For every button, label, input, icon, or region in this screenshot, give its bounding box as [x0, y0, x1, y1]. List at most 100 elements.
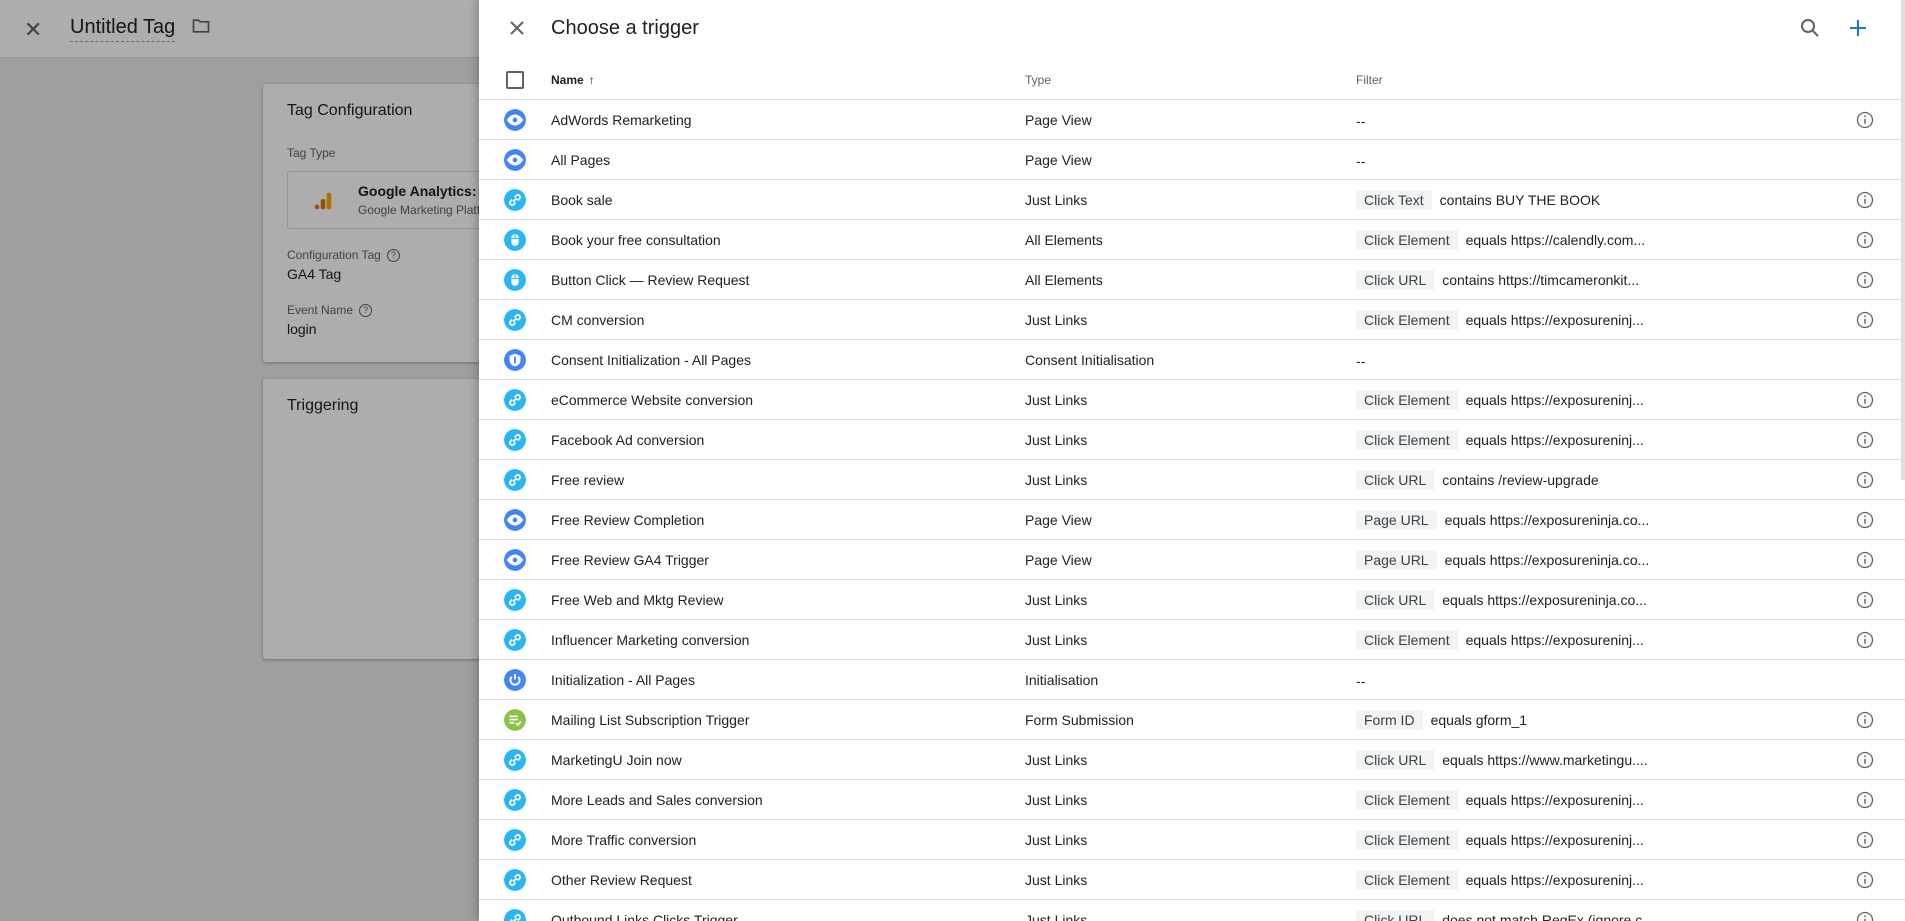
- mouse-icon: [504, 229, 526, 251]
- trigger-row[interactable]: More Traffic conversion Just Links Click E…: [479, 820, 1905, 860]
- link-icon: [504, 309, 526, 331]
- trigger-name: Free Review GA4 Trigger: [551, 552, 709, 568]
- close-icon[interactable]: [505, 16, 529, 40]
- trigger-type: Form Submission: [1025, 712, 1134, 728]
- trigger-row[interactable]: AdWords Remarketing Page View --: [479, 100, 1905, 140]
- trigger-row[interactable]: MarketingU Join now Just Links Click URL eq…: [479, 740, 1905, 780]
- trigger-row[interactable]: Book sale Just Links Click Text contains BU…: [479, 180, 1905, 220]
- info-icon[interactable]: [1855, 470, 1875, 490]
- trigger-row[interactable]: eCommerce Website conversion Just Links Cl…: [479, 380, 1905, 420]
- filter-condition: equals https://exposureninj...: [1465, 432, 1644, 448]
- link-icon: [504, 429, 526, 451]
- trigger-name: CM conversion: [551, 312, 645, 328]
- trigger-filter: Form ID equals gform_1: [1356, 709, 1527, 731]
- trigger-filter: --: [1356, 109, 1365, 131]
- trigger-filter: Click Element equals https://exposureninj…: [1356, 869, 1644, 891]
- choose-trigger-panel: Choose a trigger Name ↑ Type Filter AdWor…: [479, 0, 1905, 921]
- column-header-name[interactable]: Name ↑: [551, 73, 595, 87]
- trigger-filter: Click URL contains https://timcameronkit.…: [1356, 269, 1639, 291]
- select-all-checkbox[interactable]: [506, 71, 524, 89]
- trigger-type: Page View: [1025, 112, 1092, 128]
- filter-variable-chip: Form ID: [1356, 710, 1423, 730]
- trigger-row[interactable]: Facebook Ad conversion Just Links Click El…: [479, 420, 1905, 460]
- filter-variable-chip: Click Element: [1356, 390, 1458, 410]
- add-icon[interactable]: [1846, 16, 1870, 40]
- filter-variable-chip: Click Element: [1356, 870, 1458, 890]
- trigger-row[interactable]: Mailing List Subscription Trigger Form Su…: [479, 700, 1905, 740]
- trigger-row[interactable]: Free Review Completion Page View Page URL e…: [479, 500, 1905, 540]
- trigger-row[interactable]: Initialization - All Pages Initialisation…: [479, 660, 1905, 700]
- link-icon: [504, 589, 526, 611]
- trigger-row[interactable]: Consent Initialization - All Pages Consen…: [479, 340, 1905, 380]
- trigger-row[interactable]: Other Review Request Just Links Click Elem…: [479, 860, 1905, 900]
- trigger-row[interactable]: Free Web and Mktg Review Just Links Click …: [479, 580, 1905, 620]
- info-icon[interactable]: [1855, 310, 1875, 330]
- trigger-type: Initialisation: [1025, 672, 1099, 688]
- info-icon[interactable]: [1855, 790, 1875, 810]
- trigger-name: All Pages: [551, 152, 611, 168]
- trigger-name: More Traffic conversion: [551, 832, 697, 848]
- trigger-row[interactable]: Button Click — Review Request All Element…: [479, 260, 1905, 300]
- trigger-name: Outbound Links Clicks Trigger: [551, 912, 738, 921]
- trigger-type: Page View: [1025, 152, 1092, 168]
- filter-condition: equals https://exposureninj...: [1465, 632, 1644, 648]
- info-icon[interactable]: [1855, 870, 1875, 890]
- column-header-filter: Filter: [1356, 73, 1383, 87]
- filter-variable-chip: Page URL: [1356, 510, 1437, 530]
- info-icon[interactable]: [1855, 230, 1875, 250]
- info-icon[interactable]: [1855, 510, 1875, 530]
- link-icon: [504, 189, 526, 211]
- info-icon[interactable]: [1855, 390, 1875, 410]
- info-icon[interactable]: [1855, 910, 1875, 921]
- panel-title: Choose a trigger: [551, 17, 699, 39]
- info-icon[interactable]: [1855, 830, 1875, 850]
- trigger-filter: --: [1356, 349, 1365, 371]
- link-icon: [504, 629, 526, 651]
- trigger-type: Just Links: [1025, 392, 1088, 408]
- info-icon[interactable]: [1855, 110, 1875, 130]
- trigger-filter: Click Element equals https://calendly.com…: [1356, 229, 1645, 251]
- trigger-row[interactable]: Free review Just Links Click URL contains /…: [479, 460, 1905, 500]
- trigger-row[interactable]: Free Review GA4 Trigger Page View Page URL…: [479, 540, 1905, 580]
- search-icon[interactable]: [1798, 16, 1822, 40]
- filter-variable-chip: Click Element: [1356, 430, 1458, 450]
- trigger-row[interactable]: All Pages Page View --: [479, 140, 1905, 180]
- filter-condition: --: [1356, 352, 1366, 369]
- trigger-row[interactable]: CM conversion Just Links Click Element equa…: [479, 300, 1905, 340]
- info-icon[interactable]: [1855, 750, 1875, 770]
- link-icon: [504, 829, 526, 851]
- trigger-filter: Page URL equals https://exposureninja.co.…: [1356, 549, 1649, 571]
- info-icon[interactable]: [1855, 270, 1875, 290]
- link-icon: [504, 389, 526, 411]
- filter-condition: equals https://exposureninj...: [1465, 872, 1644, 888]
- info-icon[interactable]: [1855, 550, 1875, 570]
- trigger-type: Just Links: [1025, 472, 1088, 488]
- trigger-row[interactable]: Influencer Marketing conversion Just Link…: [479, 620, 1905, 660]
- info-icon[interactable]: [1855, 590, 1875, 610]
- shield-icon: [504, 349, 526, 371]
- trigger-filter: Click Element equals https://exposureninj…: [1356, 789, 1644, 811]
- trigger-type: Just Links: [1025, 912, 1088, 921]
- trigger-row[interactable]: More Leads and Sales conversion Just Link…: [479, 780, 1905, 820]
- info-icon[interactable]: [1855, 190, 1875, 210]
- trigger-filter: Click Element equals https://exposureninj…: [1356, 309, 1644, 331]
- trigger-type: Consent Initialisation: [1025, 352, 1155, 368]
- trigger-row[interactable]: Book your free consultation All Elements C…: [479, 220, 1905, 260]
- info-icon[interactable]: [1855, 430, 1875, 450]
- trigger-type: Page View: [1025, 552, 1092, 568]
- info-icon[interactable]: [1855, 630, 1875, 650]
- trigger-name: Free Review Completion: [551, 512, 705, 528]
- filter-condition: contains /review-upgrade: [1442, 472, 1599, 488]
- filter-variable-chip: Click Element: [1356, 790, 1458, 810]
- trigger-type: All Elements: [1025, 232, 1103, 248]
- trigger-name: Influencer Marketing conversion: [551, 632, 750, 648]
- trigger-type: Just Links: [1025, 592, 1088, 608]
- filter-variable-chip: Click URL: [1356, 910, 1435, 921]
- trigger-row[interactable]: Outbound Links Clicks Trigger Just Links C…: [479, 900, 1905, 921]
- trigger-name: Facebook Ad conversion: [551, 432, 705, 448]
- info-icon[interactable]: [1855, 710, 1875, 730]
- filter-condition: equals gform_1: [1430, 712, 1528, 728]
- trigger-name: Consent Initialization - All Pages: [551, 352, 751, 368]
- trigger-filter: Click Text contains BUY THE BOOK: [1356, 189, 1600, 211]
- trigger-filter: --: [1356, 149, 1365, 171]
